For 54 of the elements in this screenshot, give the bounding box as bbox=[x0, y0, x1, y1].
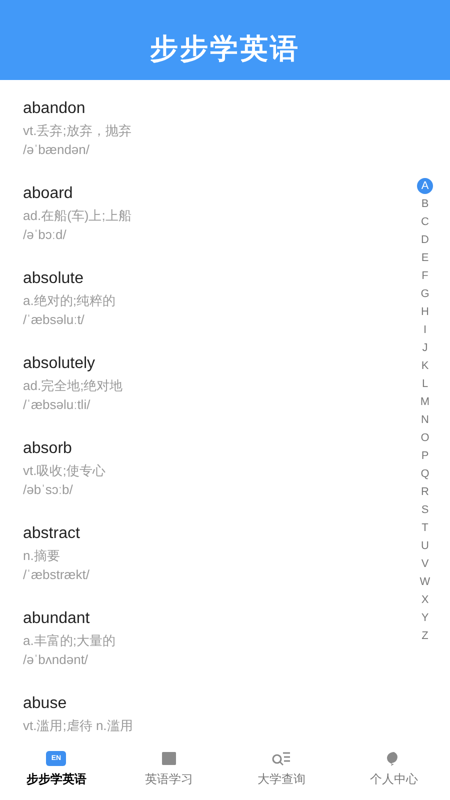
word-phonetic: /ˈæbsəluːtli/ bbox=[23, 396, 90, 414]
word-phonetic: /əˈbændən/ bbox=[23, 141, 90, 159]
word-phonetic: /ˈæbsəluːt/ bbox=[23, 311, 84, 329]
index-letter[interactable]: L bbox=[417, 376, 433, 392]
word-phonetic: /əbˈsɔːb/ bbox=[23, 481, 73, 499]
word-title[interactable]: abandon bbox=[23, 98, 86, 120]
nav-tab[interactable]: 个人中心 bbox=[338, 748, 450, 800]
index-letter[interactable]: T bbox=[417, 520, 433, 536]
word-title[interactable]: absolute bbox=[23, 268, 84, 290]
index-letter[interactable]: Z bbox=[417, 628, 433, 644]
index-letter[interactable]: J bbox=[417, 340, 433, 356]
word-definition: vt.丢弃;放弃，抛弃 bbox=[23, 122, 132, 140]
index-letter[interactable]: F bbox=[417, 268, 433, 284]
index-letter[interactable]: S bbox=[417, 502, 433, 518]
word-phonetic: /əˈbɔːd/ bbox=[23, 226, 66, 244]
index-letter[interactable]: M bbox=[417, 394, 433, 410]
word-title[interactable]: abstract bbox=[23, 523, 80, 545]
word-definition: vt.吸收;使专心 bbox=[23, 462, 106, 480]
word-title[interactable]: absorb bbox=[23, 438, 72, 460]
word-definition: n.摘要 bbox=[23, 547, 60, 565]
index-letter[interactable]: C bbox=[417, 214, 433, 230]
index-letter[interactable]: Y bbox=[417, 610, 433, 626]
word-definition: vt.滥用;虐待 n.滥用 bbox=[23, 717, 133, 735]
index-letter[interactable]: N bbox=[417, 412, 433, 428]
word-phonetic: /ˈæbstrækt/ bbox=[23, 566, 90, 584]
nav-tab[interactable]: 英语学习 bbox=[112, 748, 225, 800]
index-letter[interactable]: O bbox=[417, 430, 433, 446]
index-letter[interactable]: P bbox=[417, 448, 433, 464]
index-letter[interactable]: G bbox=[417, 286, 433, 302]
index-letter[interactable]: B bbox=[417, 196, 433, 212]
index-letter[interactable]: Q bbox=[417, 466, 433, 482]
word-definition: ad.完全地;绝对地 bbox=[23, 377, 123, 395]
word-title[interactable]: abuse bbox=[23, 693, 67, 715]
nav-tab[interactable]: 大学查询 bbox=[225, 748, 338, 800]
word-definition: a.绝对的;纯粹的 bbox=[23, 292, 116, 310]
index-letter[interactable]: I bbox=[417, 322, 433, 338]
index-letter[interactable]: W bbox=[417, 574, 433, 590]
index-letter[interactable]: K bbox=[417, 358, 433, 374]
word-definition: ad.在船(车)上;上船 bbox=[23, 207, 132, 225]
search-list-icon bbox=[271, 751, 292, 766]
word-title[interactable]: abundant bbox=[23, 608, 90, 630]
word-phonetic: /əˈbʌndənt/ bbox=[23, 651, 88, 669]
index-letter[interactable]: A bbox=[417, 178, 433, 194]
word-definition: a.丰富的;大量的 bbox=[23, 632, 116, 650]
index-letter[interactable]: E bbox=[417, 250, 433, 266]
index-letter[interactable]: X bbox=[417, 592, 433, 608]
app-title: 步步学英语 bbox=[150, 32, 300, 66]
word-title[interactable]: aboard bbox=[23, 183, 73, 205]
word-title[interactable]: absolutely bbox=[23, 353, 96, 375]
index-letter[interactable]: D bbox=[417, 232, 433, 248]
index-letter[interactable]: U bbox=[417, 538, 433, 554]
index-letter[interactable]: V bbox=[417, 556, 433, 572]
index-letter[interactable]: R bbox=[417, 484, 433, 500]
index-letter[interactable]: H bbox=[417, 304, 433, 320]
